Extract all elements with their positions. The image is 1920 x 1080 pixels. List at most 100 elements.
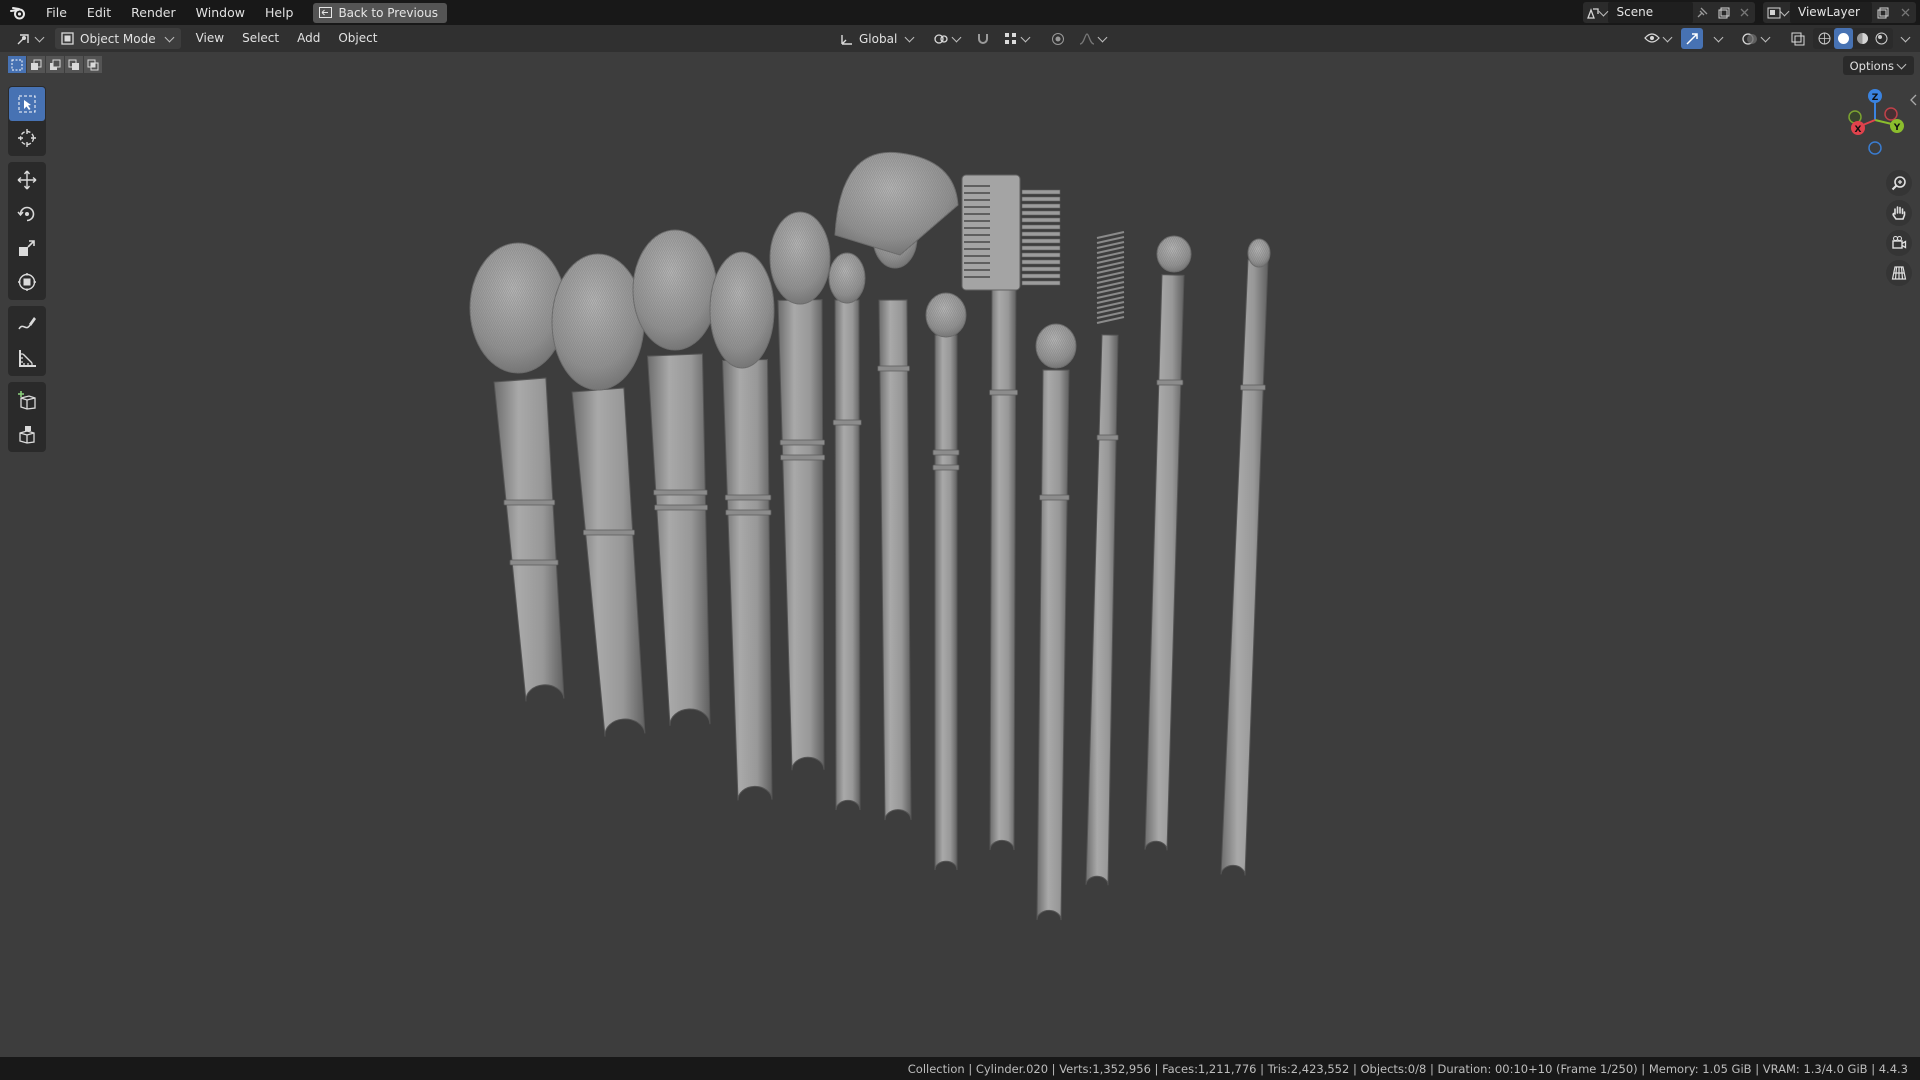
overlays-toggle[interactable] <box>1736 28 1777 49</box>
object-mode-dropdown[interactable]: Object Mode <box>55 28 181 49</box>
pin-icon[interactable] <box>1693 2 1714 23</box>
rendered-shading-icon[interactable] <box>1872 28 1891 49</box>
brush-9-handle <box>989 259 1017 851</box>
chevron-down-icon <box>1760 32 1771 42</box>
menu-edit[interactable]: Edit <box>77 0 121 25</box>
brush-5-bristles-texture <box>770 212 830 304</box>
orientation-icon <box>841 34 852 45</box>
chevron-down-icon <box>164 32 175 42</box>
solid-shading-icon[interactable] <box>1834 28 1853 49</box>
brush-1-ferrule-ring <box>509 559 559 566</box>
brush-4-bristles-texture <box>710 252 774 368</box>
back-to-previous-label: Back to Previous <box>338 5 438 20</box>
brush-8-ferrule-ring <box>932 449 960 456</box>
object-mode-icon <box>61 32 74 45</box>
status-bar: Collection | Cylinder.020 | Verts:1,352,… <box>0 1057 1920 1080</box>
menu-view[interactable]: View <box>187 25 233 52</box>
brush-4-ferrule-ring <box>725 509 772 516</box>
gizmo-dropdown[interactable] <box>1705 28 1730 49</box>
menu-select[interactable]: Select <box>233 25 288 52</box>
view-layer-selector[interactable]: ViewLayer <box>1763 2 1916 23</box>
brush-13-bristles-texture <box>1248 239 1270 267</box>
brush-6-handle <box>834 299 861 811</box>
delete-scene-icon[interactable] <box>1734 2 1755 23</box>
brush-8-ferrule-ring <box>932 464 960 471</box>
brush-1-bristles-texture <box>470 243 566 373</box>
xray-toggle[interactable] <box>1785 28 1811 49</box>
brush-bristle-row <box>1021 266 1061 272</box>
scene-selector[interactable]: Scene <box>1583 2 1755 23</box>
brush-bristle-row <box>1021 189 1061 195</box>
proportional-editing-icon <box>1052 32 1065 45</box>
snap-toggle[interactable] <box>970 28 996 49</box>
brush-12-bristles-texture <box>1157 236 1191 272</box>
chevron-down-icon <box>1097 32 1108 42</box>
menu-window[interactable]: Window <box>186 0 255 25</box>
brush-3-bristles-texture <box>633 230 717 350</box>
material-preview-shading-icon[interactable] <box>1853 28 1872 49</box>
new-view-layer-icon[interactable] <box>1872 2 1894 23</box>
brush-5-ferrule-ring <box>780 454 826 461</box>
back-to-previous-button[interactable]: Back to Previous <box>313 2 447 23</box>
brush-10-bristles-texture <box>1036 324 1076 368</box>
new-scene-icon[interactable] <box>1713 2 1734 23</box>
brush-4-handle <box>721 358 773 801</box>
snap-target-dropdown[interactable] <box>998 28 1037 49</box>
brush-bristle-row <box>1021 210 1061 216</box>
brush-2-bristles-texture <box>552 254 644 390</box>
brush-8-handle <box>934 334 958 871</box>
brush-3-ferrule-ring <box>654 504 708 511</box>
wireframe-shading-icon[interactable] <box>1815 28 1834 49</box>
brush-3-ferrule-ring <box>653 489 708 496</box>
menu-render[interactable]: Render <box>121 0 186 25</box>
editor-type-button[interactable] <box>10 28 51 49</box>
brush-8-bristles-texture <box>926 293 966 337</box>
brush-5-ferrule-ring <box>779 439 825 446</box>
brush-12-ferrule-ring <box>1156 379 1184 386</box>
proportional-editing-toggle[interactable] <box>1045 28 1071 49</box>
brush-6-ferrule-ring <box>832 419 862 426</box>
gizmo-toggle[interactable] <box>1681 28 1703 49</box>
3d-viewport[interactable]: Options Z Y X <box>0 52 1920 1057</box>
menu-object[interactable]: Object <box>329 25 386 52</box>
pivot-point-dropdown[interactable] <box>927 28 968 49</box>
shading-mode-group <box>1813 28 1893 49</box>
falloff-dropdown[interactable] <box>1073 28 1114 49</box>
shading-options-dropdown[interactable] <box>1895 28 1914 49</box>
chevron-down-icon <box>34 32 45 42</box>
menu-help[interactable]: Help <box>255 0 304 25</box>
brush-11-ferrule-ring <box>1096 434 1119 441</box>
visibility-dropdown[interactable] <box>1638 28 1679 49</box>
brush-7-handle <box>878 299 912 821</box>
brush-13-handle <box>1220 259 1269 876</box>
makeup-brushes-mesh[interactable] <box>0 52 1920 1057</box>
brush-1-handle <box>493 377 565 702</box>
overlays-icon <box>1742 32 1757 45</box>
brush-10-ferrule-ring <box>1039 494 1070 501</box>
chevron-down-icon <box>1900 32 1911 42</box>
brush-bristle-row <box>1021 224 1061 230</box>
scene-name-field[interactable]: Scene <box>1608 2 1693 23</box>
brush-7-ferrule-ring <box>877 365 910 372</box>
brush-bristle-row <box>1021 259 1061 265</box>
brush-4-ferrule-ring <box>724 494 772 501</box>
menu-add[interactable]: Add <box>288 25 329 52</box>
chevron-down-icon <box>904 32 915 42</box>
orientation-dropdown[interactable]: Global <box>834 28 921 49</box>
viewport-shading-controls <box>1638 28 1914 49</box>
menu-file[interactable]: File <box>36 0 77 25</box>
blender-logo-icon[interactable] <box>8 3 28 23</box>
brush-6-bristles-texture <box>829 253 865 303</box>
brush-bristle-row <box>1021 273 1061 279</box>
object-mode-label: Object Mode <box>80 31 156 46</box>
brush-bristle-row <box>1021 252 1061 258</box>
brush-9-ferrule-ring <box>989 389 1018 396</box>
screen-back-icon <box>319 7 333 18</box>
brush-bristle-row <box>1021 231 1061 237</box>
falloff-curve-icon <box>1080 32 1095 45</box>
view-layer-name-field[interactable]: ViewLayer <box>1790 2 1872 23</box>
delete-view-layer-icon[interactable] <box>1894 2 1916 23</box>
eye-visibility-icon <box>1644 33 1660 43</box>
brush-bristle-row <box>1021 217 1061 223</box>
snap-increment-icon <box>1005 32 1017 44</box>
